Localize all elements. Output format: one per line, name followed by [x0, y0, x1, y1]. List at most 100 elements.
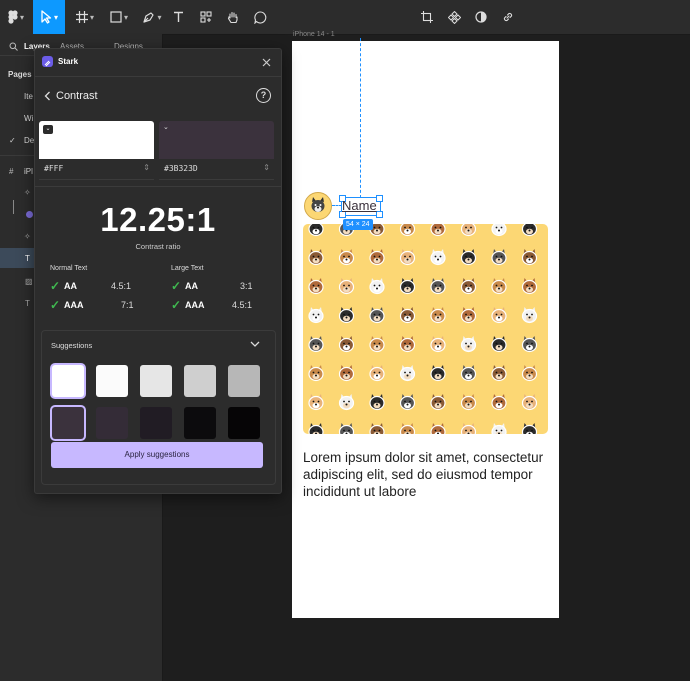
figma-menu-button[interactable]: ▾	[2, 0, 30, 34]
dog-emoji-icon	[430, 224, 446, 237]
normal-aa-value: 4.5:1	[111, 281, 132, 291]
frame-tool-button[interactable]: ▾	[70, 0, 100, 34]
dog-emoji-icon	[430, 249, 446, 266]
dog-emoji-icon	[369, 336, 385, 353]
dog-emoji-icon	[308, 224, 324, 237]
check-icon: ✓	[50, 298, 61, 312]
dog-emoji-icon	[338, 423, 355, 434]
dog-emoji-icon	[521, 249, 538, 266]
light-suggestion-swatch[interactable]	[228, 365, 260, 397]
background-swatch[interactable]: ⌄	[159, 121, 274, 159]
apply-suggestions-button[interactable]: Apply suggestions	[51, 442, 263, 468]
check-icon: ✓	[171, 298, 182, 312]
dark-suggestion-swatch[interactable]	[228, 407, 260, 439]
contrast-button[interactable]	[471, 0, 491, 34]
lorem-text[interactable]: Lorem ipsum dolor sit amet, consectetur …	[303, 449, 548, 500]
layer-frame[interactable]: iPl	[24, 167, 33, 176]
figma-menu-icon	[8, 10, 18, 24]
dog-emoji-icon	[338, 336, 355, 353]
foreground-hex[interactable]: #FFF	[44, 164, 63, 173]
dog-emoji-icon	[369, 365, 385, 382]
foreground-hex-field[interactable]: #FFF ⇕	[39, 161, 154, 180]
dog-emoji-icon	[399, 224, 416, 237]
background-hex[interactable]: #3B323D	[164, 164, 198, 173]
dog-emoji-icon	[308, 278, 324, 295]
dog-emoji-icon	[308, 249, 324, 266]
hand-tool-icon	[227, 11, 238, 23]
dog-emoji-icon	[399, 394, 416, 411]
dog-emoji-icon	[308, 336, 324, 353]
dog-emoji-icon	[491, 423, 507, 434]
component-button[interactable]	[444, 0, 464, 34]
normal-aaa-value: 7:1	[121, 300, 134, 310]
light-suggestion-swatch[interactable]	[140, 365, 172, 397]
dog-emoji-icon	[521, 365, 538, 382]
shape-tool-button[interactable]: ▾	[104, 0, 134, 34]
resize-handle[interactable]	[376, 211, 383, 218]
search-icon[interactable]	[9, 42, 18, 51]
light-suggestion-swatch[interactable]	[52, 365, 84, 397]
dog-emoji-icon	[491, 278, 507, 295]
pen-tool-button[interactable]: ▾	[137, 0, 167, 34]
dog-emoji-icon	[521, 394, 538, 411]
dog-emoji-icon	[460, 365, 477, 382]
comment-button[interactable]	[250, 0, 270, 34]
dog-emoji-icon	[308, 394, 324, 411]
contrast-icon	[475, 11, 487, 23]
back-chevron-icon[interactable]	[44, 91, 51, 101]
dog-emoji-icon	[430, 278, 446, 295]
close-icon[interactable]	[262, 58, 271, 67]
chevron-down-icon[interactable]: ⌄	[43, 125, 53, 134]
dog-emoji-icon	[521, 278, 538, 295]
page-item-3[interactable]: De	[24, 136, 34, 145]
link-button[interactable]	[498, 0, 518, 34]
dark-suggestion-swatch[interactable]	[184, 407, 216, 439]
large-aaa-label: AAA	[185, 300, 205, 310]
dog-emoji-icon	[369, 423, 385, 434]
pattern-image	[303, 224, 548, 434]
page-item-1[interactable]: Ite	[24, 92, 33, 101]
shape-tool-icon	[110, 11, 122, 23]
light-suggestion-swatch[interactable]	[184, 365, 216, 397]
dog-emoji-icon	[460, 394, 477, 411]
chevron-down-icon[interactable]	[250, 341, 260, 348]
dog-emoji-icon	[369, 278, 385, 295]
text-tool-button[interactable]	[168, 0, 188, 34]
pages-heading: Pages	[8, 70, 32, 79]
iphone-frame[interactable]: Lorem ipsum dolor sit amet, consectetur …	[292, 41, 559, 618]
name-text-selection[interactable]: Name	[339, 195, 383, 218]
dog-emoji-icon	[430, 336, 446, 353]
light-suggestion-swatch[interactable]	[96, 365, 128, 397]
dog-emoji-icon	[399, 365, 416, 382]
stepper-icon[interactable]: ⇕	[143, 163, 150, 172]
dog-emoji-icon	[491, 336, 507, 353]
frame-icon: #	[9, 167, 14, 176]
stepper-icon[interactable]: ⇕	[263, 163, 270, 172]
normal-aaa-label: AAA	[64, 300, 84, 310]
resources-button[interactable]	[196, 0, 216, 34]
dog-emoji-icon	[460, 278, 477, 295]
help-icon[interactable]: ?	[256, 88, 271, 103]
name-text[interactable]: Name	[342, 198, 377, 214]
dog-emoji-icon	[430, 365, 446, 382]
hand-tool-button[interactable]	[223, 0, 243, 34]
foreground-swatch[interactable]: ⌄	[39, 121, 154, 159]
crop-button[interactable]	[417, 0, 437, 34]
dark-suggestion-swatch[interactable]	[96, 407, 128, 439]
dark-suggestion-swatch[interactable]	[52, 407, 84, 439]
page-item-2[interactable]: Wi	[24, 114, 33, 123]
large-aa-value: 3:1	[240, 281, 253, 291]
dog-emoji-icon	[308, 365, 324, 382]
dog-emoji-icon	[399, 278, 416, 295]
avatar[interactable]	[304, 192, 332, 220]
move-tool-button[interactable]: ▾	[33, 0, 65, 34]
background-hex-field[interactable]: #3B323D ⇕	[159, 161, 274, 180]
dark-suggestion-swatch[interactable]	[140, 407, 172, 439]
chevron-down-icon[interactable]: ⌄	[163, 123, 169, 131]
measure-guide-vertical	[360, 38, 361, 198]
frame-label[interactable]: iPhone 14 - 1	[293, 31, 335, 38]
resize-handle[interactable]	[376, 195, 383, 202]
dog-emoji-icon	[369, 307, 385, 324]
section-title[interactable]: Contrast	[56, 90, 98, 102]
size-badge: 54 × 24	[343, 219, 373, 230]
